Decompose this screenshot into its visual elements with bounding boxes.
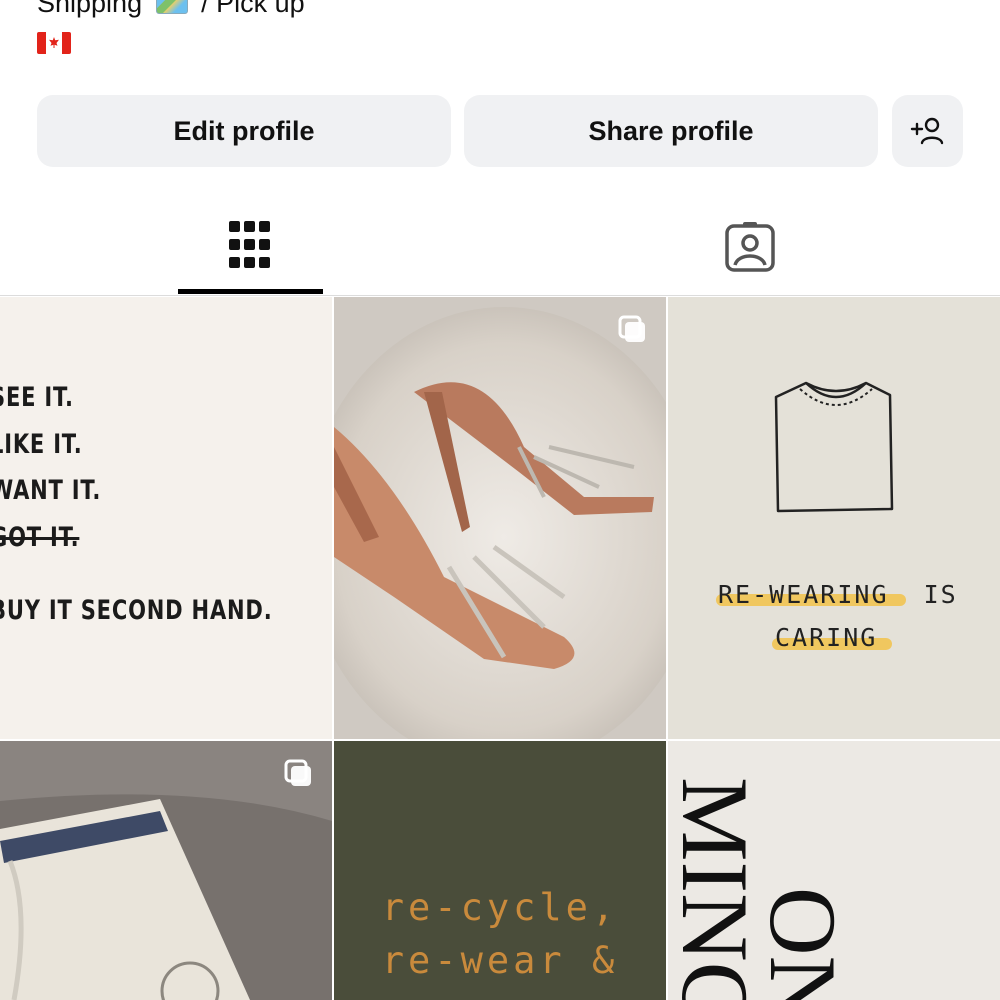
- edit-profile-button[interactable]: Edit profile: [37, 95, 451, 167]
- illustration-caption-line-1: RE-WEARING IS: [718, 580, 958, 609]
- post-tile-5[interactable]: re-cycle, re-wear &: [334, 741, 666, 1000]
- share-profile-button[interactable]: Share profile: [464, 95, 878, 167]
- post-tile-1[interactable]: SEE IT. LIKE IT. WANT IT. GOT IT. BUY IT…: [0, 297, 332, 739]
- quote-line-4: GOT IT.: [0, 522, 80, 553]
- illustration-caption-line-2: CARING: [775, 623, 878, 652]
- recycle-text-line-1: re-cycle,: [381, 886, 619, 929]
- quote-line-1: SEE IT.: [0, 382, 74, 413]
- quote-line-2: LIKE IT.: [0, 429, 83, 460]
- world-map-icon: [155, 0, 188, 14]
- bio-flag-line: [37, 30, 71, 61]
- quote-line-5: BUY IT SECOND HAND.: [0, 595, 273, 626]
- caption-rewearing: RE-WEARING: [718, 580, 889, 609]
- post-tile-4[interactable]: [0, 741, 332, 1000]
- tab-posts-grid[interactable]: [175, 205, 325, 295]
- heels-photo: [334, 297, 666, 739]
- share-profile-label: Share profile: [588, 115, 754, 146]
- edit-profile-label: Edit profile: [173, 115, 315, 146]
- multiple-images-icon: [284, 759, 311, 786]
- discover-people-button[interactable]: [892, 95, 963, 167]
- caption-is: IS: [923, 580, 958, 609]
- bio-pickup-text: / Pick up: [201, 0, 305, 18]
- selected-tab-indicator: [178, 289, 323, 294]
- tab-divider: [0, 295, 1000, 296]
- tshirt-illustration: [774, 381, 894, 513]
- post-tile-2[interactable]: [334, 297, 666, 739]
- bio-shipping-text: Shipping: [37, 0, 143, 18]
- post-tile-6-text-clip: MING ON: [668, 741, 1000, 1000]
- quote-line-3: WANT IT.: [0, 475, 102, 506]
- canada-flag-icon: [37, 32, 71, 54]
- sweatpants-photo: [0, 741, 332, 1000]
- post-tile-3[interactable]: RE-WEARING IS CARING: [668, 297, 1000, 739]
- tab-tagged[interactable]: [675, 205, 825, 295]
- grid-icon: [229, 221, 270, 268]
- multiple-images-icon: [618, 315, 645, 342]
- bio-shipping-line: Shipping / Pick up: [37, 0, 305, 19]
- recycle-text-line-2: re-wear &: [381, 939, 619, 982]
- add-person-icon: [910, 117, 943, 145]
- tagged-person-icon: [725, 222, 775, 272]
- serif-text-col-2: ON: [750, 887, 856, 1000]
